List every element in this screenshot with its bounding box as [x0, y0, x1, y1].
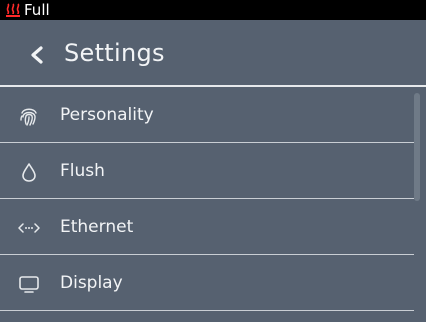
- header: Settings: [0, 20, 426, 86]
- status-bar: Full: [0, 0, 426, 20]
- list-item-personality[interactable]: Personality: [0, 87, 414, 143]
- divider: [0, 310, 414, 311]
- list-item-display[interactable]: Display: [0, 255, 414, 311]
- status-text: Full: [24, 1, 50, 19]
- list-item-label: Display: [60, 273, 123, 293]
- list-item-ethernet[interactable]: Ethernet: [0, 199, 414, 255]
- ethernet-icon: [18, 223, 40, 233]
- monitor-icon: [19, 276, 39, 293]
- settings-list: Personality Flush Ethernet Display: [0, 87, 426, 322]
- list-item-label: Flush: [60, 161, 105, 181]
- chevron-left-icon: [31, 46, 43, 64]
- list-item-label: Ethernet: [60, 217, 134, 237]
- fingerprint-icon: [20, 108, 37, 126]
- water-drop-icon: [22, 163, 36, 182]
- heater-icon: [6, 3, 20, 17]
- back-button[interactable]: [18, 34, 58, 74]
- settings-screen: Full Settings Personality Flush Ethernet…: [0, 0, 426, 322]
- page-title: Settings: [64, 39, 165, 67]
- list-item-flush[interactable]: Flush: [0, 143, 414, 199]
- list-item-label: Personality: [60, 105, 154, 125]
- scrollbar[interactable]: [414, 93, 420, 201]
